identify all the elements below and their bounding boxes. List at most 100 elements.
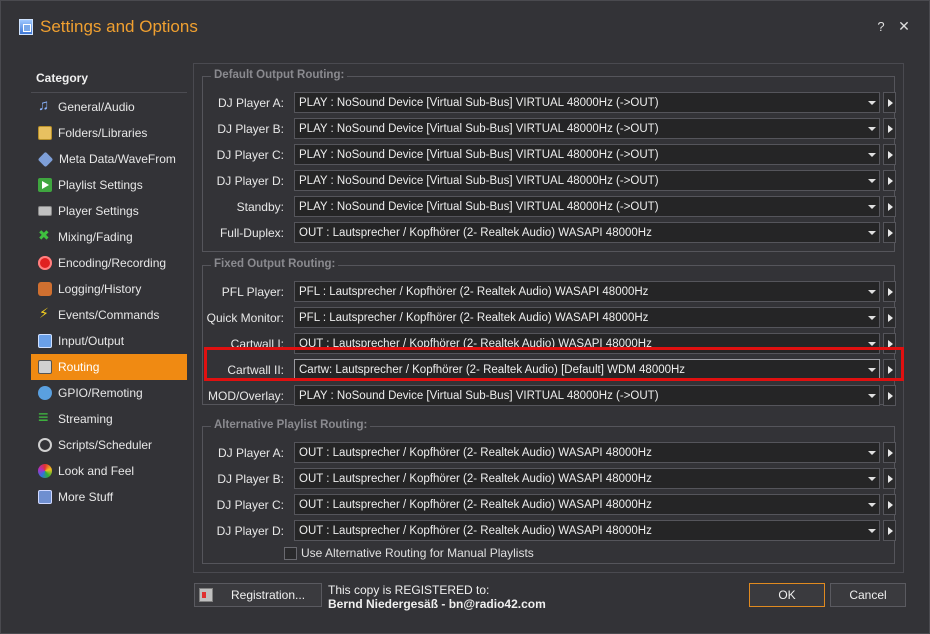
route-options-arrow-button[interactable] <box>883 494 896 515</box>
sidebar-item-general-audio[interactable]: General/Audio <box>31 94 187 120</box>
alt_routing-row-dj-player-a: DJ Player A: OUT : Lautsprecher / Kopfhör… <box>206 442 896 464</box>
chevron-down-icon[interactable] <box>865 386 879 405</box>
chevron-down-icon[interactable] <box>865 282 879 301</box>
sidebar-item-scripts-scheduler[interactable]: Scripts/Scheduler <box>31 432 187 458</box>
help-button[interactable]: ? <box>873 19 889 34</box>
chevron-down-icon[interactable] <box>865 119 879 138</box>
route-dropdown[interactable]: PLAY : NoSound Device [Virtual Sub-Bus] … <box>294 118 880 139</box>
route-options-arrow-button[interactable] <box>883 281 896 302</box>
route-dropdown[interactable]: PLAY : NoSound Device [Virtual Sub-Bus] … <box>294 196 880 217</box>
route-label: DJ Player D: <box>216 524 284 538</box>
sidebar-item-logging-history[interactable]: Logging/History <box>31 276 187 302</box>
sidebar-item-player-settings[interactable]: Player Settings <box>31 198 187 224</box>
cancel-button[interactable]: Cancel <box>830 583 906 607</box>
sidebar-item-routing[interactable]: Routing <box>31 354 187 380</box>
sidebar-item-more-stuff[interactable]: More Stuff <box>31 484 187 510</box>
chevron-down-icon[interactable] <box>865 171 879 190</box>
lightning-icon <box>38 305 52 322</box>
registration-icon <box>199 588 213 602</box>
route-options-arrow-button[interactable] <box>883 144 896 165</box>
chevron-down-icon[interactable] <box>865 469 879 488</box>
default-routing-legend: Default Output Routing: <box>211 69 348 81</box>
route-dropdown-value: PLAY : NoSound Device [Virtual Sub-Bus] … <box>299 389 659 402</box>
default_routing-row-full-duplex: Full-Duplex: OUT : Lautsprecher / Kopfhör… <box>206 222 896 244</box>
route-dropdown[interactable]: PFL : Lautsprecher / Kopfhörer (2- Realt… <box>294 307 880 328</box>
chevron-down-icon[interactable] <box>865 197 879 216</box>
record-icon <box>38 256 52 270</box>
fixed-routing-legend: Fixed Output Routing: <box>211 258 339 270</box>
route-dropdown[interactable]: PFL : Lautsprecher / Kopfhörer (2- Realt… <box>294 281 880 302</box>
sidebar-item-folders-libraries[interactable]: Folders/Libraries <box>31 120 187 146</box>
sidebar-item-label: Routing <box>58 360 100 374</box>
route-options-arrow-button[interactable] <box>883 442 896 463</box>
default_routing-row-dj-player-d: DJ Player D: PLAY : NoSound Device [Virtu… <box>206 170 896 192</box>
route-options-arrow-button[interactable] <box>883 468 896 489</box>
sidebar-item-label: Folders/Libraries <box>58 126 148 140</box>
mixing-icon <box>38 227 52 244</box>
sidebar-item-label: Scripts/Scheduler <box>58 438 153 452</box>
sidebar-item-label: GPIO/Remoting <box>58 386 143 400</box>
registered-name: Bernd Niedergesäß - bn@radio42.com <box>328 597 546 611</box>
chevron-down-icon[interactable] <box>865 521 879 540</box>
alt-routing-checkbox[interactable] <box>284 546 297 560</box>
route-options-arrow-button[interactable] <box>883 222 896 243</box>
route-dropdown[interactable]: PLAY : NoSound Device [Virtual Sub-Bus] … <box>294 385 880 406</box>
route-dropdown-value: OUT : Lautsprecher / Kopfhörer (2- Realt… <box>299 498 652 511</box>
sidebar-item-input-output[interactable]: Input/Output <box>31 328 187 354</box>
route-options-arrow-button[interactable] <box>883 92 896 113</box>
route-dropdown-value: PLAY : NoSound Device [Virtual Sub-Bus] … <box>299 96 659 109</box>
route-dropdown[interactable]: PLAY : NoSound Device [Virtual Sub-Bus] … <box>294 92 880 113</box>
route-dropdown[interactable]: OUT : Lautsprecher / Kopfhörer (2- Realt… <box>294 222 880 243</box>
chevron-down-icon[interactable] <box>865 308 879 327</box>
alt_routing-row-dj-player-c: DJ Player C: OUT : Lautsprecher / Kopfhör… <box>206 494 896 516</box>
registration-button[interactable]: Registration... <box>194 583 322 607</box>
close-button[interactable]: ✕ <box>896 18 912 35</box>
route-options-arrow-button[interactable] <box>883 196 896 217</box>
sidebar-item-events-commands[interactable]: Events/Commands <box>31 302 187 328</box>
sidebar-item-label: Meta Data/WaveFrom <box>59 152 176 166</box>
sidebar-item-label: Streaming <box>58 412 113 426</box>
route-dropdown[interactable]: PLAY : NoSound Device [Virtual Sub-Bus] … <box>294 170 880 191</box>
logbook-icon <box>38 282 52 296</box>
category-sidebar: Category General/Audio Folders/Libraries M… <box>31 65 187 565</box>
route-dropdown[interactable]: OUT : Lautsprecher / Kopfhörer (2- Realt… <box>294 494 880 515</box>
route-label: DJ Player A: <box>217 96 284 110</box>
chevron-down-icon[interactable] <box>865 495 879 514</box>
route-dropdown[interactable]: PLAY : NoSound Device [Virtual Sub-Bus] … <box>294 144 880 165</box>
route-options-arrow-button[interactable] <box>883 307 896 328</box>
chevron-down-icon[interactable] <box>865 443 879 462</box>
sidebar-item-encoding-recording[interactable]: Encoding/Recording <box>31 250 187 276</box>
chevron-down-icon[interactable] <box>865 223 879 242</box>
chevron-down-icon[interactable] <box>865 93 879 112</box>
route-options-arrow-button[interactable] <box>883 170 896 191</box>
chevron-down-icon[interactable] <box>865 145 879 164</box>
route-dropdown-value: OUT : Lautsprecher / Kopfhörer (2- Realt… <box>299 524 652 537</box>
fixed-routing-group: Fixed Output Routing: PFL Player: PFL : L… <box>202 258 896 406</box>
sidebar-item-mixing-fading[interactable]: Mixing/Fading <box>31 224 187 250</box>
route-options-arrow-button[interactable] <box>883 385 896 406</box>
route-dropdown-value: PFL : Lautsprecher / Kopfhörer (2- Realt… <box>299 285 649 298</box>
sidebar-item-streaming[interactable]: Streaming <box>31 406 187 432</box>
route-options-arrow-button[interactable] <box>883 118 896 139</box>
category-list: General/Audio Folders/Libraries Meta Data/… <box>31 94 187 510</box>
default-routing-group: Default Output Routing: DJ Player A: PLAY… <box>202 69 896 252</box>
route-dropdown[interactable]: OUT : Lautsprecher / Kopfhörer (2- Realt… <box>294 520 880 541</box>
default_routing-row-standby: Standby: PLAY : NoSound Device [Virtual S… <box>206 196 896 218</box>
route-label: DJ Player C: <box>216 148 284 162</box>
sidebar-item-label: Player Settings <box>58 204 139 218</box>
metadata-icon <box>37 151 54 167</box>
route-options-arrow-button[interactable] <box>883 520 896 541</box>
ok-button[interactable]: OK <box>749 583 825 607</box>
route-dropdown-value: PFL : Lautsprecher / Kopfhörer (2- Realt… <box>299 311 649 324</box>
window-title: Settings and Options <box>40 17 198 36</box>
sidebar-item-meta-data-wavefrom[interactable]: Meta Data/WaveFrom <box>31 146 187 172</box>
playlist-icon <box>38 178 52 192</box>
more-stuff-icon <box>38 490 52 504</box>
sidebar-item-playlist-settings[interactable]: Playlist Settings <box>31 172 187 198</box>
route-dropdown[interactable]: OUT : Lautsprecher / Kopfhörer (2- Realt… <box>294 468 880 489</box>
sidebar-item-look-and-feel[interactable]: Look and Feel <box>31 458 187 484</box>
sidebar-item-gpio-remoting[interactable]: GPIO/Remoting <box>31 380 187 406</box>
sidebar-item-label: Logging/History <box>58 282 142 296</box>
alt-routing-checkbox-row[interactable]: Use Alternative Routing for Manual Playl… <box>284 546 534 560</box>
route-dropdown[interactable]: OUT : Lautsprecher / Kopfhörer (2- Realt… <box>294 442 880 463</box>
